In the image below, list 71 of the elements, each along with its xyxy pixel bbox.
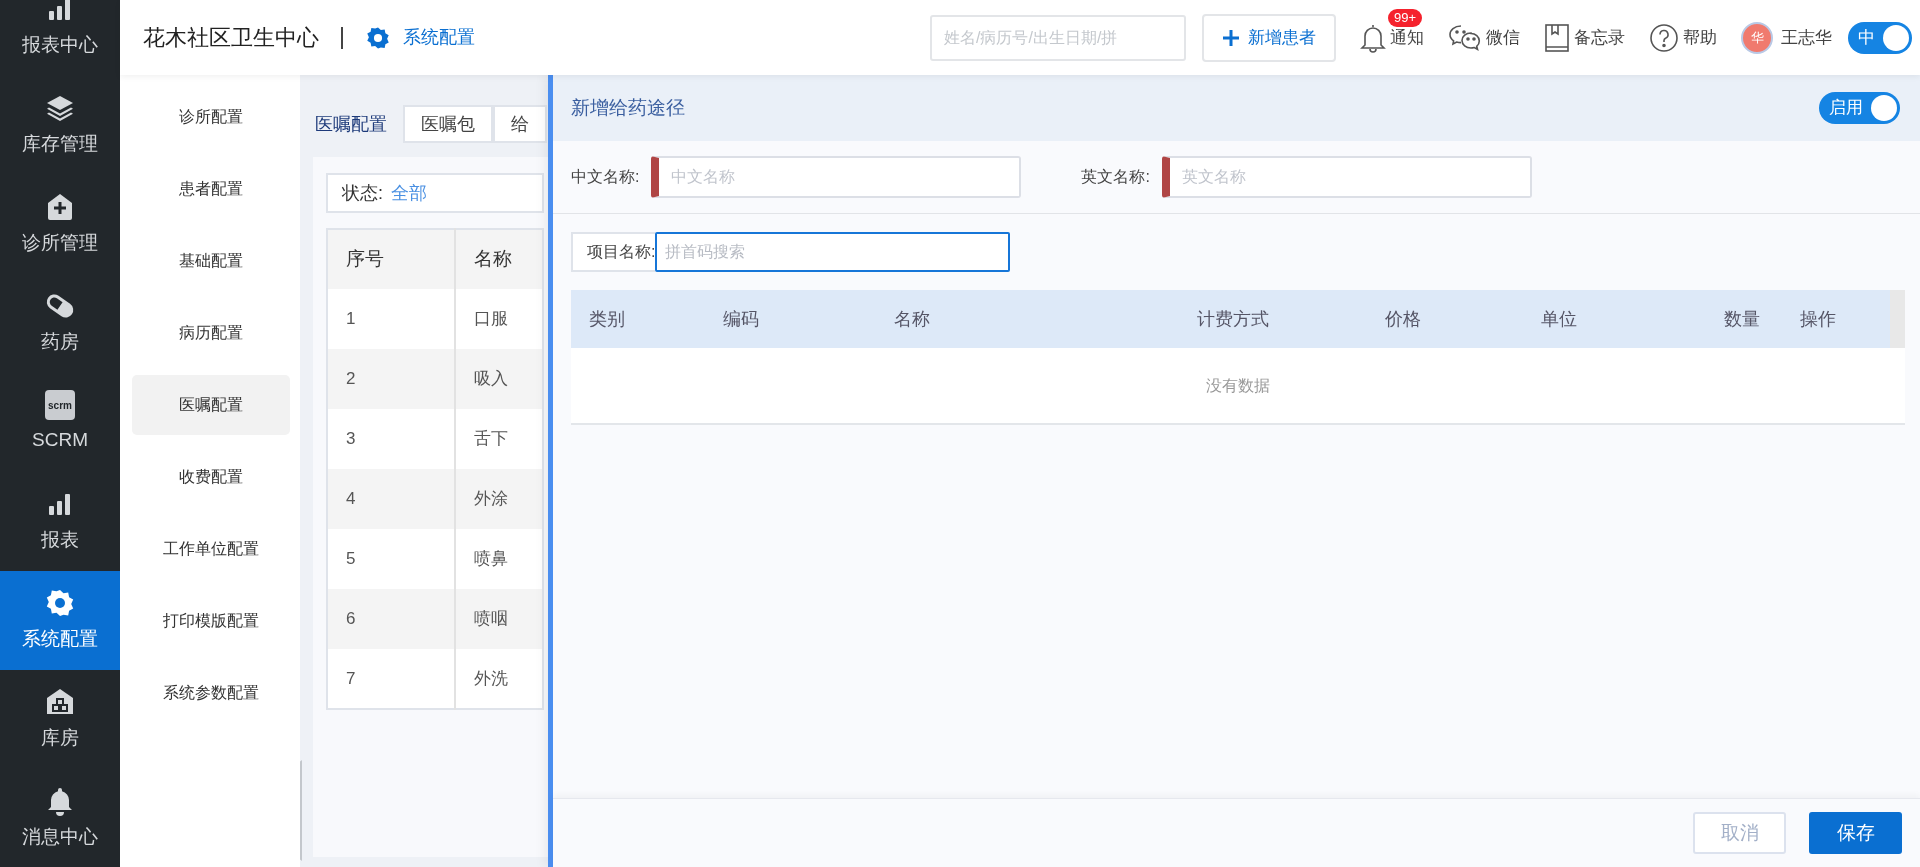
table-cell: 5 xyxy=(327,529,455,589)
toolbar-link[interactable]: 帮助 xyxy=(1649,22,1717,53)
toolbar-link[interactable]: 备忘录 xyxy=(1544,22,1625,53)
nav-item[interactable]: 报表 xyxy=(0,472,120,571)
section-title: 系统配置 xyxy=(403,26,475,49)
table-cell: 口服 xyxy=(455,289,543,349)
nav-item[interactable]: 诊所管理 xyxy=(0,175,120,274)
submenu-item[interactable]: 患者配置 xyxy=(132,159,290,219)
column-header: 编码 xyxy=(704,290,877,348)
language-toggle[interactable]: 中 xyxy=(1848,21,1912,54)
column-header: 数量 xyxy=(1706,290,1783,348)
tab[interactable]: 医嘱配置 xyxy=(313,105,403,143)
toolbar-link[interactable]: 微信 xyxy=(1448,23,1520,52)
table-cell: 2 xyxy=(327,349,455,409)
enable-toggle[interactable]: 启用 xyxy=(1819,92,1900,124)
table-cell: 喷鼻 xyxy=(455,529,543,589)
plus-icon xyxy=(1222,28,1240,47)
logo-icon: scrm xyxy=(45,390,75,421)
table-cell: 外涂 xyxy=(455,469,543,529)
table-cell: 1 xyxy=(327,289,455,349)
book-icon xyxy=(1544,22,1570,53)
notification-badge: 99+ xyxy=(1388,8,1423,27)
panel-title: 新增给药途径 xyxy=(571,95,685,120)
field-label: 中文名称: xyxy=(571,167,640,187)
nav-item[interactable]: 库房 xyxy=(0,670,120,769)
bell-icon xyxy=(1360,22,1386,53)
submenu-item[interactable]: 系统参数配置 xyxy=(132,663,290,723)
submenu-item[interactable]: 医嘱配置 xyxy=(132,375,290,435)
nav-item[interactable]: 系统配置 xyxy=(0,571,120,670)
clinic-title: 花木社区卫生中心 xyxy=(143,24,319,52)
column-header: 单位 xyxy=(1522,290,1707,348)
table-cell: 舌下 xyxy=(455,409,543,469)
submenu-item[interactable]: 诊所配置 xyxy=(132,87,290,147)
save-button[interactable]: 保存 xyxy=(1809,812,1902,854)
nav-item[interactable]: scrm SCRM xyxy=(0,373,120,472)
chat-bubbles-icon xyxy=(1448,23,1482,52)
submenu-item[interactable]: 病历配置 xyxy=(132,303,290,363)
column-header: 类别 xyxy=(571,290,705,348)
column-header: 计费方式 xyxy=(1178,290,1368,348)
field-label: 英文名称: xyxy=(1081,167,1150,187)
field-label: 项目名称: xyxy=(571,232,656,272)
user-name[interactable]: 王志华 xyxy=(1781,24,1832,51)
nav-item[interactable]: 库存管理 xyxy=(0,76,120,175)
column-header: 价格 xyxy=(1367,290,1523,348)
table-cell: 外洗 xyxy=(455,649,543,709)
table-cell: 4 xyxy=(327,469,455,529)
column-header: 序号 xyxy=(327,229,455,289)
help-icon xyxy=(1649,22,1679,53)
nav-item[interactable]: 消息中心 xyxy=(0,769,120,867)
tab[interactable]: 医嘱包 xyxy=(403,105,493,143)
new-patient-button[interactable]: 新增患者 xyxy=(1202,13,1336,62)
table-cell: 吸入 xyxy=(455,349,543,409)
table-cell: 6 xyxy=(327,589,455,649)
submenu-item[interactable]: 工作单位配置 xyxy=(132,519,290,579)
table-cell: 喷咽 xyxy=(455,589,543,649)
column-header: 名称 xyxy=(876,290,1179,348)
column-header: 操作 xyxy=(1782,290,1890,348)
status-select[interactable]: 状态: 全部 xyxy=(326,173,544,213)
input-field[interactable]: 中文名称 xyxy=(651,156,1022,198)
input-field[interactable]: 英文名称 xyxy=(1161,156,1532,198)
submenu-item[interactable]: 打印模版配置 xyxy=(132,591,290,651)
column-header: 名称 xyxy=(455,229,543,289)
table-cell: 3 xyxy=(327,409,455,469)
submenu-item[interactable]: 基础配置 xyxy=(132,231,290,291)
table-cell: 7 xyxy=(327,649,455,709)
tab[interactable]: 给 xyxy=(493,105,547,143)
search-field[interactable]: 拼首码搜索 xyxy=(655,232,1011,272)
submenu-item[interactable]: 收费配置 xyxy=(132,447,290,507)
nav-item[interactable]: 药房 xyxy=(0,274,120,373)
empty-message: 没有数据 xyxy=(571,348,1905,424)
nav-item[interactable]: 报表中心 xyxy=(0,0,120,76)
